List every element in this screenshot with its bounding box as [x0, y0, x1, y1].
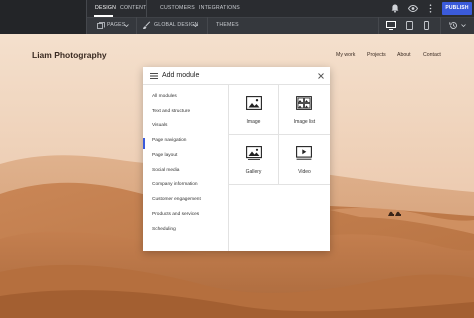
category-page-navigation[interactable]: Page navigation: [152, 138, 186, 143]
site-title[interactable]: Liam Photography: [32, 50, 107, 60]
more-options-icon[interactable]: [429, 4, 432, 13]
dialog-title: Add module: [162, 72, 200, 79]
divider: [440, 17, 441, 34]
notification-bell-icon[interactable]: [391, 4, 399, 13]
category-text-and-structure[interactable]: Text and structure: [152, 109, 190, 114]
category-social-media[interactable]: Social media: [152, 168, 179, 173]
global-design-menu[interactable]: GLOBAL DESIGN: [154, 22, 199, 28]
category-products-and-services[interactable]: Products and services: [152, 212, 199, 217]
tab-customers[interactable]: CUSTOMERS: [160, 5, 195, 11]
divider: [136, 17, 137, 34]
preview-eye-icon[interactable]: [408, 5, 418, 12]
tile-label: Gallery: [245, 169, 262, 175]
chevron-down-icon: [193, 24, 198, 27]
category-customer-engagement[interactable]: Customer engagement: [152, 197, 201, 202]
tile-label: Image list: [293, 119, 316, 125]
chevron-down-icon[interactable]: [461, 24, 466, 27]
module-category-list: All modules Text and structure Visuals P…: [143, 85, 229, 251]
pages-icon: [97, 22, 105, 29]
image-list-icon: [296, 96, 312, 110]
gallery-icon: [246, 146, 262, 160]
category-visuals[interactable]: Visuals: [152, 123, 167, 128]
divider: [207, 17, 208, 34]
category-page-layout[interactable]: Page layout: [152, 153, 177, 158]
menu-icon: [150, 73, 158, 79]
paint-brush-icon: [143, 21, 151, 30]
site-nav-about[interactable]: About: [397, 52, 411, 58]
image-icon: [246, 96, 262, 110]
tab-integrations[interactable]: INTEGRATIONS: [199, 5, 240, 11]
module-tile-image-list[interactable]: Image list: [279, 85, 330, 135]
site-nav-projects[interactable]: Projects: [367, 52, 386, 58]
mobile-view-icon[interactable]: [424, 21, 429, 30]
category-scheduling[interactable]: Scheduling: [152, 227, 176, 232]
site-nav-my-work[interactable]: My work: [336, 52, 355, 58]
chevron-down-icon: [124, 24, 129, 27]
publish-button[interactable]: PUBLISH: [442, 2, 472, 15]
tab-content[interactable]: CONTENT: [120, 5, 146, 11]
video-icon: [296, 146, 312, 160]
pages-menu[interactable]: PAGES: [107, 22, 126, 28]
active-tab-indicator: [94, 15, 113, 17]
category-all-modules[interactable]: All modules: [152, 94, 177, 99]
close-icon[interactable]: [318, 73, 324, 79]
divider: [378, 17, 379, 34]
add-module-dialog: Add module All modules Text and structur…: [143, 67, 330, 251]
tile-label: Video: [298, 169, 311, 175]
editor-home-area[interactable]: [0, 0, 86, 34]
module-tile-video[interactable]: Video: [279, 135, 330, 185]
themes-menu[interactable]: THEMES: [216, 22, 239, 28]
desktop-view-icon[interactable]: [386, 21, 396, 30]
site-nav-contact[interactable]: Contact: [423, 52, 441, 58]
tile-label: Image: [246, 119, 261, 125]
divider: [146, 0, 147, 17]
module-tile-gallery[interactable]: Gallery: [229, 135, 279, 185]
selected-category-indicator: [143, 138, 145, 149]
history-icon[interactable]: [449, 21, 458, 30]
dialog-header: Add module: [143, 67, 330, 85]
category-company-information[interactable]: Company information: [152, 182, 198, 187]
module-tile-image[interactable]: Image: [229, 85, 279, 135]
divider: [86, 0, 87, 34]
tablet-view-icon[interactable]: [406, 21, 413, 30]
tab-design[interactable]: DESIGN: [95, 5, 116, 11]
